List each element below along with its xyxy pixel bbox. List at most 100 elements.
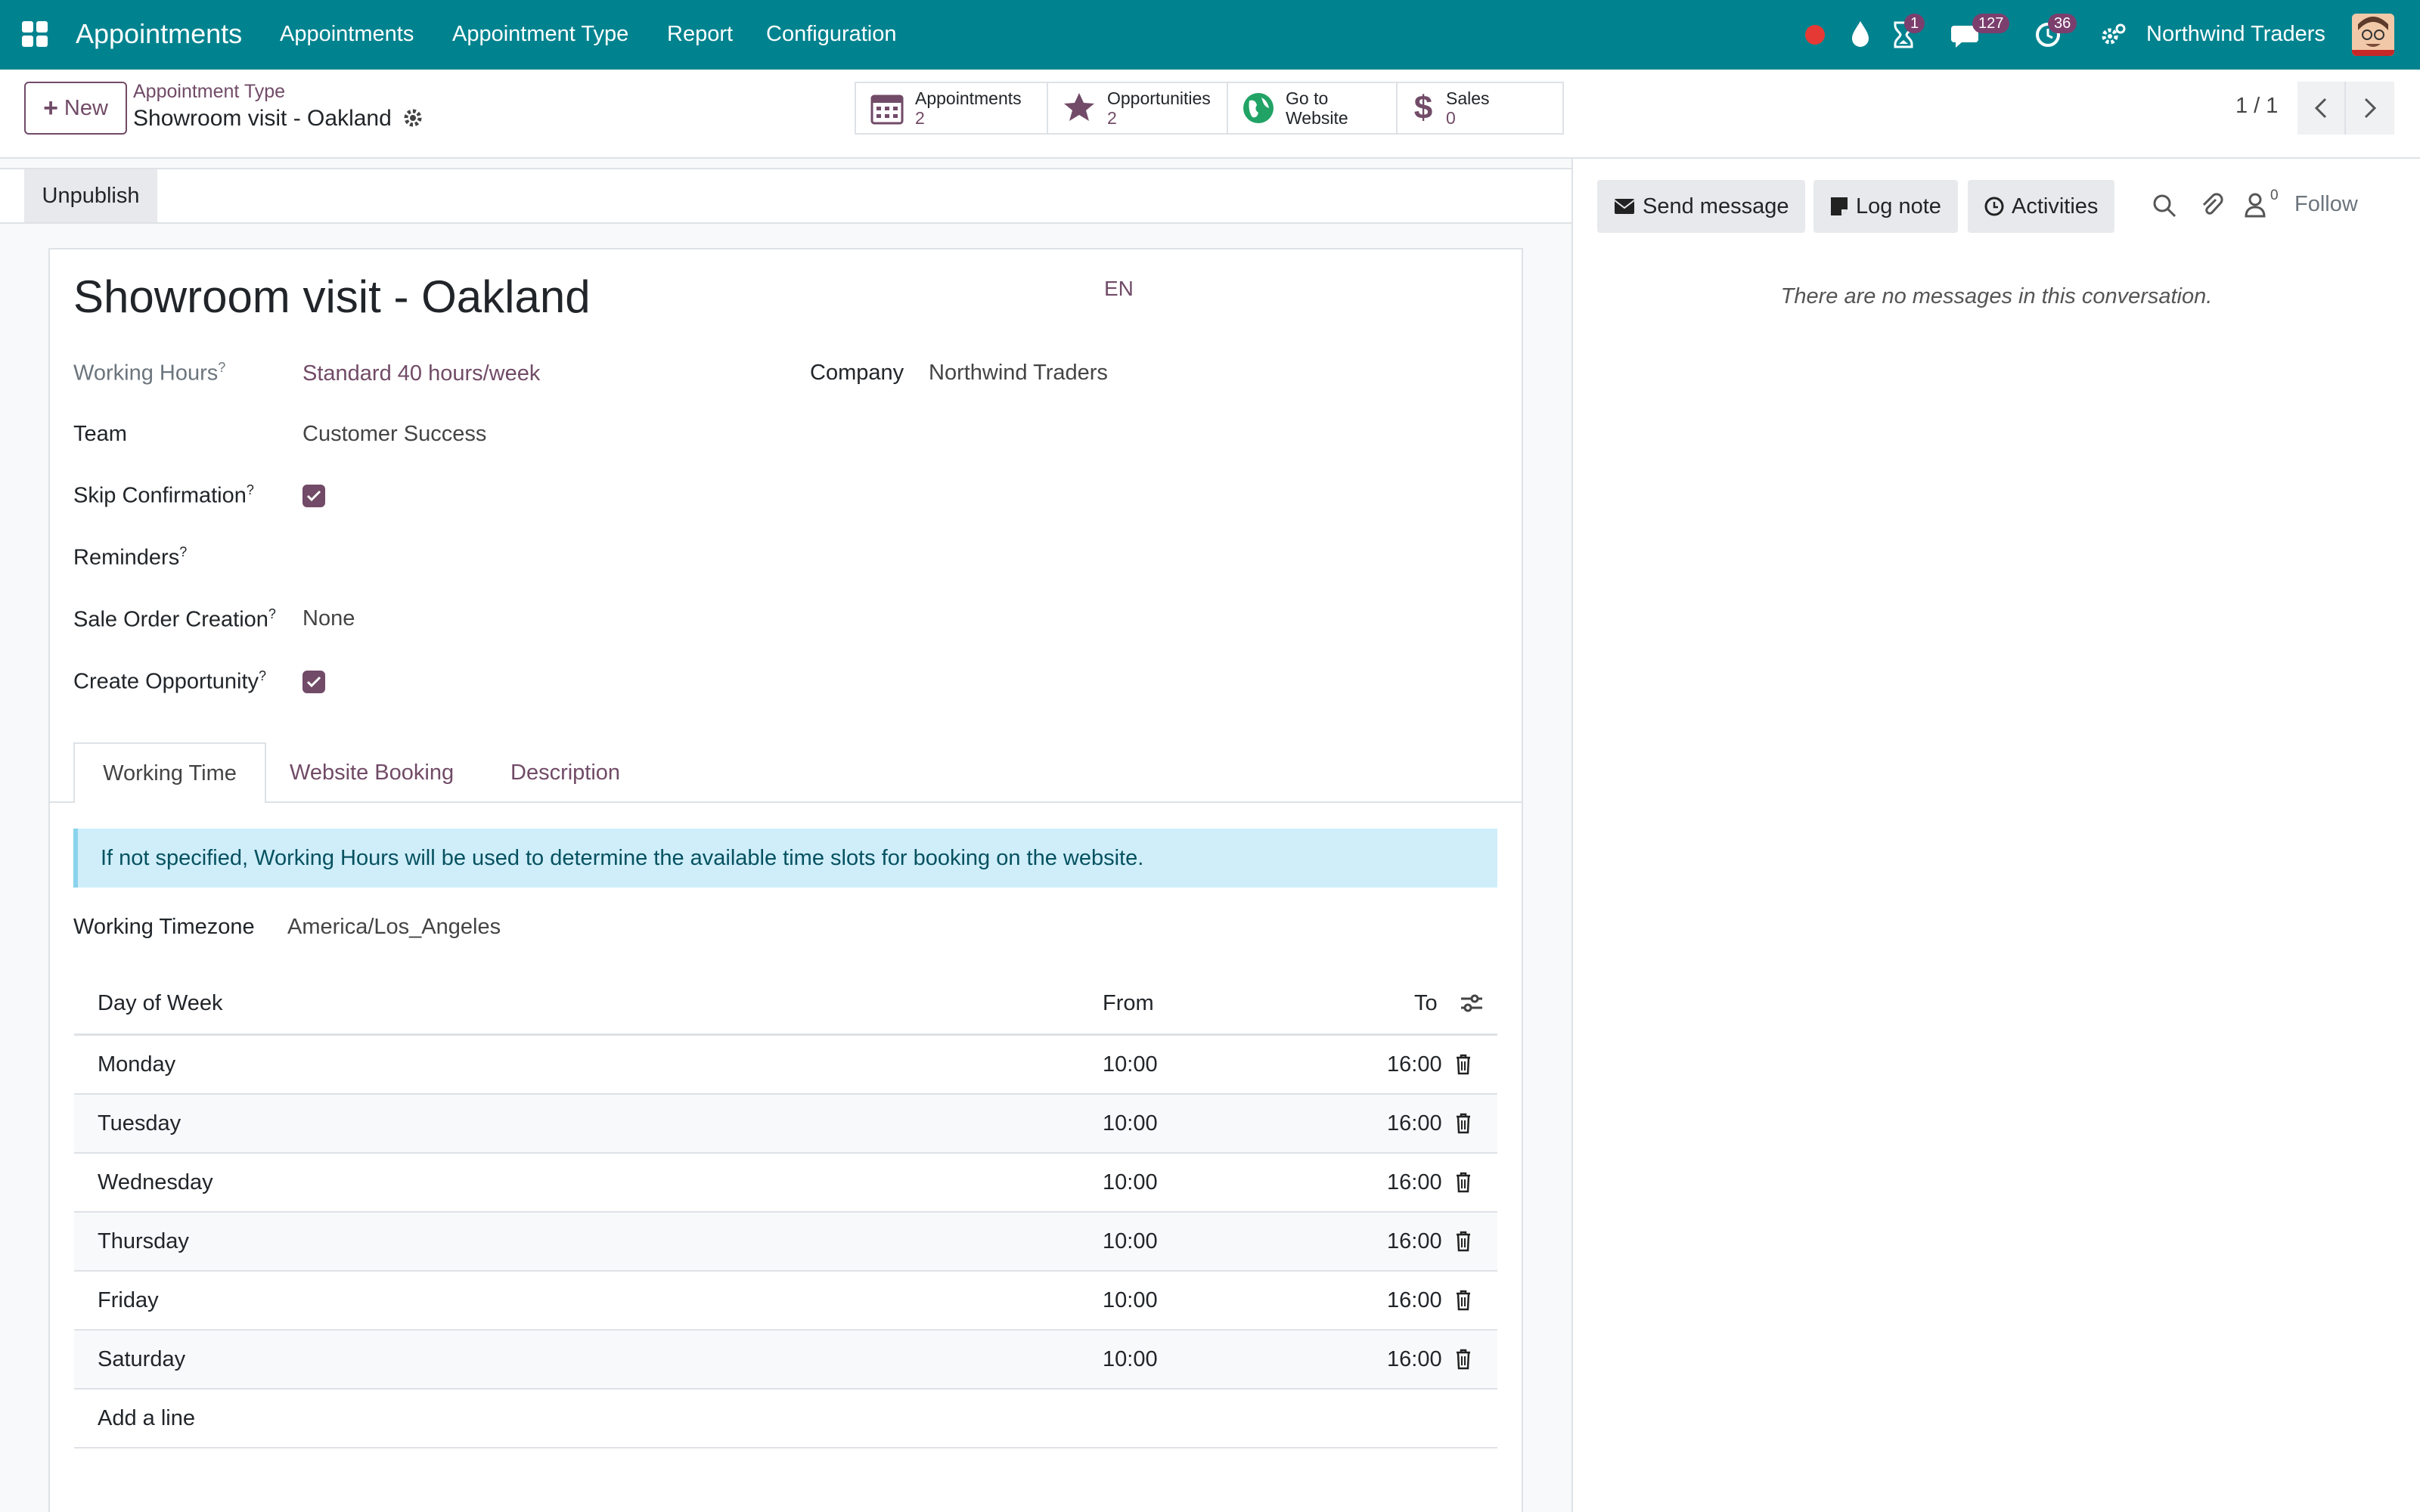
- table-row[interactable]: Saturday 10:00 16:00: [74, 1331, 1497, 1390]
- gear-icon[interactable]: [402, 107, 424, 129]
- language-toggle[interactable]: EN: [1104, 277, 1134, 301]
- follow-button[interactable]: Follow: [2294, 192, 2358, 217]
- empty-conversation-text: There are no messages in this conversati…: [1780, 284, 2213, 308]
- trash-icon[interactable]: [1455, 1349, 1472, 1370]
- tab-website-booking[interactable]: Website Booking: [290, 761, 454, 785]
- info-alert: If not specified, Working Hours will be …: [73, 829, 1497, 888]
- row-day: Wednesday: [98, 1170, 213, 1194]
- pager-controls: [2297, 82, 2394, 135]
- stat-go-to-label: Go to: [1286, 88, 1329, 108]
- record-dot-icon[interactable]: [1804, 24, 1826, 45]
- sale-order-creation-label: Sale Order Creation?: [73, 606, 276, 632]
- trash-icon[interactable]: [1455, 1290, 1472, 1311]
- paperclip-icon[interactable]: [2199, 192, 2223, 218]
- search-icon[interactable]: [2152, 194, 2176, 218]
- row-day: Monday: [98, 1052, 176, 1077]
- optional-columns-toggle-icon[interactable]: [1460, 992, 1484, 1015]
- pager-next-button[interactable]: [2346, 82, 2394, 135]
- activities-button[interactable]: Activities: [1968, 180, 2115, 233]
- breadcrumb-parent[interactable]: Appointment Type: [133, 81, 285, 103]
- trash-icon[interactable]: [1455, 1054, 1472, 1075]
- activities-label: Activities: [2012, 194, 2099, 218]
- follower-icon[interactable]: [2245, 192, 2266, 218]
- star-icon: [1064, 93, 1094, 121]
- stat-website-label: Website: [1286, 108, 1348, 128]
- reminders-label: Reminders?: [73, 544, 188, 570]
- row-to: 16:00: [1387, 1170, 1442, 1194]
- checkmark-icon: [306, 490, 321, 502]
- menu-appointment-type[interactable]: Appointment Type: [452, 22, 628, 47]
- settings-icon[interactable]: [2099, 21, 2127, 48]
- column-day-of-week[interactable]: Day of Week: [98, 991, 222, 1016]
- app-name[interactable]: Appointments: [76, 18, 242, 50]
- column-to[interactable]: To: [1414, 991, 1438, 1016]
- stat-appointments-label: Appointments: [915, 88, 1022, 108]
- table-row[interactable]: Tuesday 10:00 16:00: [74, 1095, 1497, 1154]
- menu-report[interactable]: Report: [667, 22, 733, 47]
- row-from: 10:00: [1103, 1170, 1158, 1194]
- company-switcher[interactable]: Northwind Traders: [2146, 22, 2325, 47]
- record-title[interactable]: Showroom visit - Oakland: [73, 271, 591, 323]
- add-line-row: Add a line: [74, 1390, 1497, 1448]
- new-button[interactable]: + New: [24, 82, 127, 135]
- row-day: Saturday: [98, 1347, 186, 1371]
- company-label: Company: [810, 361, 904, 385]
- working-timezone-field[interactable]: America/Los_Angeles: [287, 915, 501, 940]
- form-statusbar: [0, 168, 1573, 224]
- avatar[interactable]: [2352, 14, 2394, 56]
- pager-previous-button[interactable]: [2297, 82, 2346, 135]
- stat-sales-value: 0: [1446, 108, 1456, 128]
- row-to: 16:00: [1387, 1229, 1442, 1253]
- table-row[interactable]: Monday 10:00 16:00: [74, 1036, 1497, 1095]
- chevron-right-icon: [2364, 98, 2377, 119]
- sale-order-creation-field[interactable]: None: [302, 606, 355, 631]
- trash-icon[interactable]: [1455, 1231, 1472, 1252]
- unpublish-button[interactable]: Unpublish: [24, 169, 157, 222]
- row-day: Thursday: [98, 1229, 189, 1253]
- clock-icon: [1984, 197, 2004, 216]
- add-line-link[interactable]: Add a line: [98, 1406, 195, 1431]
- stat-appointments[interactable]: Appointments 2: [855, 82, 1048, 135]
- stat-go-to-website[interactable]: Go to Website: [1227, 82, 1398, 135]
- row-to: 16:00: [1387, 1111, 1442, 1136]
- team-label: Team: [73, 422, 127, 446]
- table-row[interactable]: Friday 10:00 16:00: [74, 1272, 1497, 1331]
- skip-confirmation-checkbox[interactable]: [302, 485, 325, 507]
- column-from[interactable]: From: [1103, 991, 1154, 1016]
- reminders-field[interactable]: [302, 538, 756, 573]
- team-field[interactable]: Customer Success: [302, 422, 486, 447]
- dollar-icon: $: [1413, 89, 1433, 126]
- trash-icon[interactable]: [1455, 1172, 1472, 1193]
- company-field[interactable]: Northwind Traders: [929, 361, 1108, 386]
- log-note-label: Log note: [1856, 194, 1941, 218]
- stat-opportunities[interactable]: Opportunities 2: [1047, 82, 1228, 135]
- stat-opportunities-label: Opportunities: [1107, 88, 1211, 108]
- apps-grid-icon[interactable]: [21, 20, 48, 48]
- working-hours-field[interactable]: Standard 40 hours/week: [302, 361, 540, 386]
- send-message-button[interactable]: Send message: [1597, 180, 1806, 233]
- stat-sales[interactable]: $ Sales 0: [1396, 82, 1564, 135]
- tab-description[interactable]: Description: [510, 761, 620, 785]
- note-icon: [1831, 197, 1848, 215]
- breadcrumb-current: Showroom visit - Oakland: [133, 106, 392, 131]
- working-hours-label: Working Hours?: [73, 360, 226, 386]
- row-day: Tuesday: [98, 1111, 182, 1136]
- tab-working-time[interactable]: Working Time: [73, 742, 266, 803]
- menu-appointments[interactable]: Appointments: [280, 22, 414, 47]
- chatter-divider: [1571, 159, 1573, 1512]
- plus-icon: +: [43, 93, 58, 122]
- table-row[interactable]: Wednesday 10:00 16:00: [74, 1154, 1497, 1213]
- create-opportunity-label: Create Opportunity?: [73, 668, 267, 694]
- row-from: 10:00: [1103, 1229, 1158, 1253]
- row-to: 16:00: [1387, 1052, 1442, 1077]
- globe-icon: [1243, 93, 1274, 123]
- table-row[interactable]: Thursday 10:00 16:00: [74, 1213, 1497, 1272]
- followers-count: 0: [2270, 187, 2279, 203]
- log-note-button[interactable]: Log note: [1813, 180, 1958, 233]
- drop-icon[interactable]: [1850, 20, 1871, 48]
- stat-opportunities-value: 2: [1107, 108, 1117, 128]
- create-opportunity-checkbox[interactable]: [302, 671, 325, 693]
- trash-icon[interactable]: [1455, 1113, 1472, 1134]
- menu-configuration[interactable]: Configuration: [766, 22, 897, 47]
- send-message-label: Send message: [1643, 194, 1789, 218]
